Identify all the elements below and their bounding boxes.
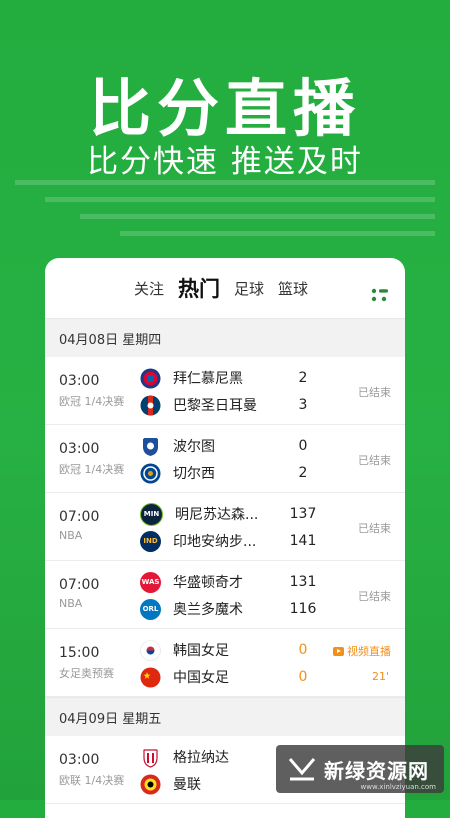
away-score: 141 <box>289 533 317 549</box>
away-team-name: 印地安纳步... <box>173 534 257 550</box>
home-score: 0 <box>298 642 308 658</box>
home-score: 0 <box>298 438 308 454</box>
away-team-name: 切尔西 <box>173 466 215 482</box>
date-header: 04月08日 星期四 <box>45 318 405 357</box>
match-row[interactable]: 07:00 NBA WAS 华盛顿奇才 ORL 奥兰多魔术 131 116 已结… <box>45 561 405 629</box>
match-competition: NBA <box>59 597 83 610</box>
away-team-name: 中国女足 <box>173 670 229 686</box>
away-score: 0 <box>298 669 308 685</box>
watermark-text: 新绿资源网 <box>324 758 429 783</box>
tab-follow[interactable]: 关注 <box>134 278 164 299</box>
match-row[interactable]: 03:00 欧冠 1/4决赛 拜仁慕尼黑 巴黎圣日耳曼 2 3 已结束 <box>45 357 405 425</box>
match-time: 03:00 <box>59 441 100 457</box>
chelsea-logo-icon <box>140 463 161 483</box>
decor-stripe <box>80 214 435 219</box>
video-live-button[interactable]: 视频直播 <box>333 643 391 659</box>
porto-logo-icon <box>143 437 158 456</box>
away-score: 116 <box>289 601 317 617</box>
match-time: 07:00 <box>59 509 100 525</box>
match-time: 03:00 <box>59 752 100 768</box>
grid-menu-icon[interactable] <box>371 288 389 302</box>
tab-basketball[interactable]: 篮球 <box>278 278 308 299</box>
hero-title: 比分直播 <box>88 72 361 145</box>
match-row[interactable]: 03:00 欧冠 1/4决赛 波尔图 切尔西 0 2 已结束 <box>45 425 405 493</box>
korea-flag-icon <box>140 639 161 661</box>
orl-logo-icon: ORL <box>140 598 161 620</box>
site-watermark: 新绿资源网 www.xinlvziyuan.com <box>276 745 444 793</box>
watermark-logo-icon <box>288 758 316 781</box>
granada-logo-icon <box>143 748 158 768</box>
match-status: 已结束 <box>358 590 391 603</box>
away-score: 2 <box>298 465 308 481</box>
min-logo-icon: MIN <box>140 502 163 526</box>
bayern-logo-icon <box>140 368 161 388</box>
match-row[interactable]: 07:00 NBA MIN 明尼苏达森... IND 印地安纳步... 137 … <box>45 493 405 561</box>
hero-subtitle: 比分快速 推送及时 <box>87 144 363 180</box>
match-minute: 21' <box>371 670 389 683</box>
away-team-name: 曼联 <box>173 777 201 793</box>
ind-logo-icon: IND <box>140 530 161 552</box>
match-time: 07:00 <box>59 577 100 593</box>
away-team-name: 奥兰多魔术 <box>173 602 243 618</box>
home-score: 131 <box>289 574 317 590</box>
psg-logo-icon <box>140 395 161 415</box>
match-time: 03:00 <box>59 373 100 389</box>
match-competition: 欧冠 1/4决赛 <box>59 395 125 408</box>
match-status: 已结束 <box>358 454 391 467</box>
home-team-name: 明尼苏达森... <box>175 507 259 523</box>
decor-stripe <box>120 231 435 236</box>
decor-stripe <box>15 180 435 185</box>
away-score: 3 <box>298 397 308 413</box>
home-team-name: 拜仁慕尼黑 <box>173 371 243 387</box>
china-flag-icon <box>140 667 161 687</box>
away-team-name: 巴黎圣日耳曼 <box>173 398 257 414</box>
match-status: 已结束 <box>358 386 391 399</box>
match-time: 15:00 <box>59 645 100 661</box>
tab-hot[interactable]: 热门 <box>178 273 220 303</box>
decor-stripe <box>45 197 435 202</box>
match-competition: NBA <box>59 529 83 542</box>
play-icon <box>333 646 344 656</box>
match-competition: 女足奥预赛 <box>59 667 114 680</box>
home-score: 137 <box>289 506 317 522</box>
tab-bar: 关注 热门 足球 篮球 <box>45 258 405 318</box>
tab-football[interactable]: 足球 <box>234 278 264 299</box>
app-screen: 关注 热门 足球 篮球 04月08日 星期四 03:00 欧冠 1/4决赛 拜仁… <box>45 258 405 818</box>
home-team-name: 华盛顿奇才 <box>173 575 243 591</box>
home-score: 2 <box>298 370 308 386</box>
home-team-name: 波尔图 <box>173 439 215 455</box>
video-live-label: 视频直播 <box>347 645 391 658</box>
was-logo-icon: WAS <box>140 571 161 593</box>
match-row[interactable]: 15:00 女足奥预赛 韩国女足 中国女足 0 0 视频直播 21' <box>45 629 405 697</box>
match-competition: 欧冠 1/4决赛 <box>59 463 125 476</box>
watermark-url: www.xinlvziyuan.com <box>360 783 436 791</box>
home-team-name: 韩国女足 <box>173 643 229 659</box>
date-header: 04月09日 星期五 <box>45 697 405 736</box>
home-team-name: 格拉纳达 <box>173 750 229 766</box>
match-status: 已结束 <box>358 522 391 535</box>
manutd-logo-icon <box>140 774 161 794</box>
match-competition: 欧联 1/4决赛 <box>59 774 125 787</box>
